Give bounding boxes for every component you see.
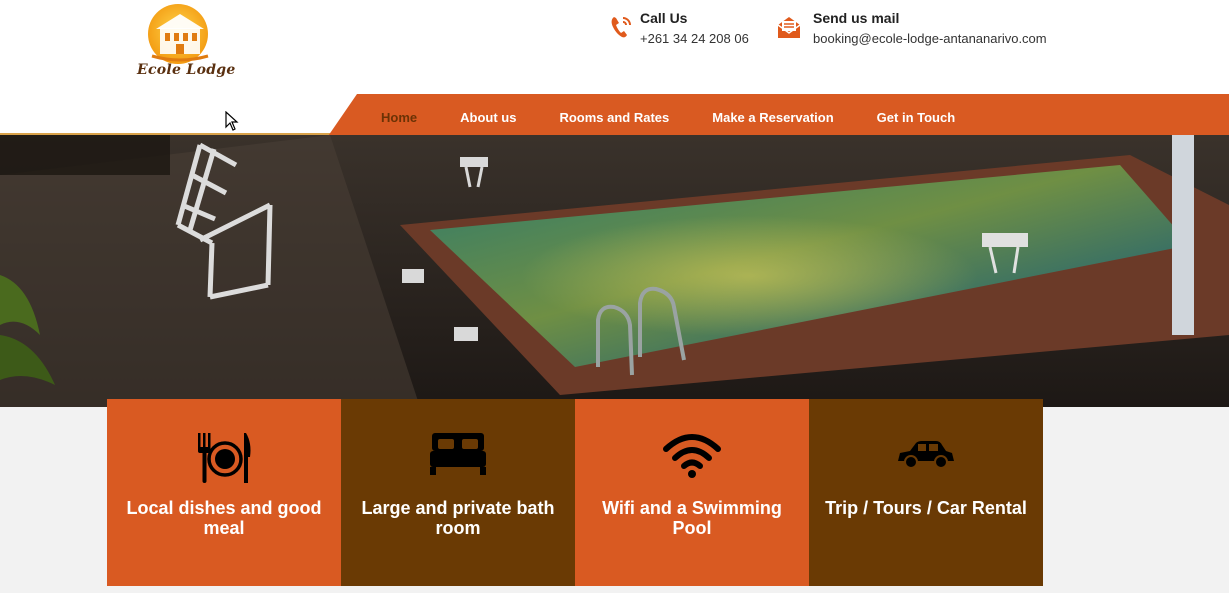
car-icon	[898, 441, 954, 469]
nav-about-us[interactable]: About us	[460, 110, 516, 125]
feature-trip-tours[interactable]: Trip / Tours / Car Rental	[809, 399, 1043, 586]
call-number[interactable]: +261 34 24 208 06	[640, 31, 749, 46]
main-nav: Home About us Rooms and Rates Make a Res…	[381, 94, 955, 140]
site-header: Ecole Lodge Call Us +261 34 24 208 06 Se…	[0, 0, 1229, 94]
mail-address[interactable]: booking@ecole-lodge-antananarivo.com	[813, 31, 1047, 46]
feature-wifi-pool[interactable]: Wifi and a Swimming Pool	[575, 399, 809, 586]
feature-local-dishes[interactable]: Local dishes and good meal	[107, 399, 341, 586]
hero-pool-image	[0, 135, 1229, 407]
feature-bath-room[interactable]: Large and private bath room	[341, 399, 575, 586]
feature-bath-room-label: Large and private bath room	[361, 498, 555, 538]
plate-cutlery-icon	[198, 433, 251, 483]
feature-local-dishes-label: Local dishes and good meal	[126, 498, 322, 538]
nav-make-a-reservation[interactable]: Make a Reservation	[712, 110, 833, 125]
logo-text: Ecole Lodge	[137, 62, 236, 78]
phone-icon	[611, 17, 631, 38]
nav-home[interactable]: Home	[381, 110, 417, 125]
bed-icon	[430, 433, 486, 475]
mail-icon	[777, 17, 801, 38]
call-title: Call Us	[640, 10, 688, 26]
nav-get-in-touch[interactable]: Get in Touch	[877, 110, 955, 125]
mouse-cursor-icon	[225, 111, 239, 131]
nav-rooms-and-rates[interactable]: Rooms and Rates	[559, 110, 669, 125]
pool-photo	[0, 135, 1229, 407]
wifi-icon	[663, 434, 721, 478]
mail-title: Send us mail	[813, 10, 900, 26]
feature-trip-tours-label: Trip / Tours / Car Rental	[825, 498, 1027, 518]
feature-wifi-pool-label: Wifi and a Swimming Pool	[602, 498, 782, 538]
